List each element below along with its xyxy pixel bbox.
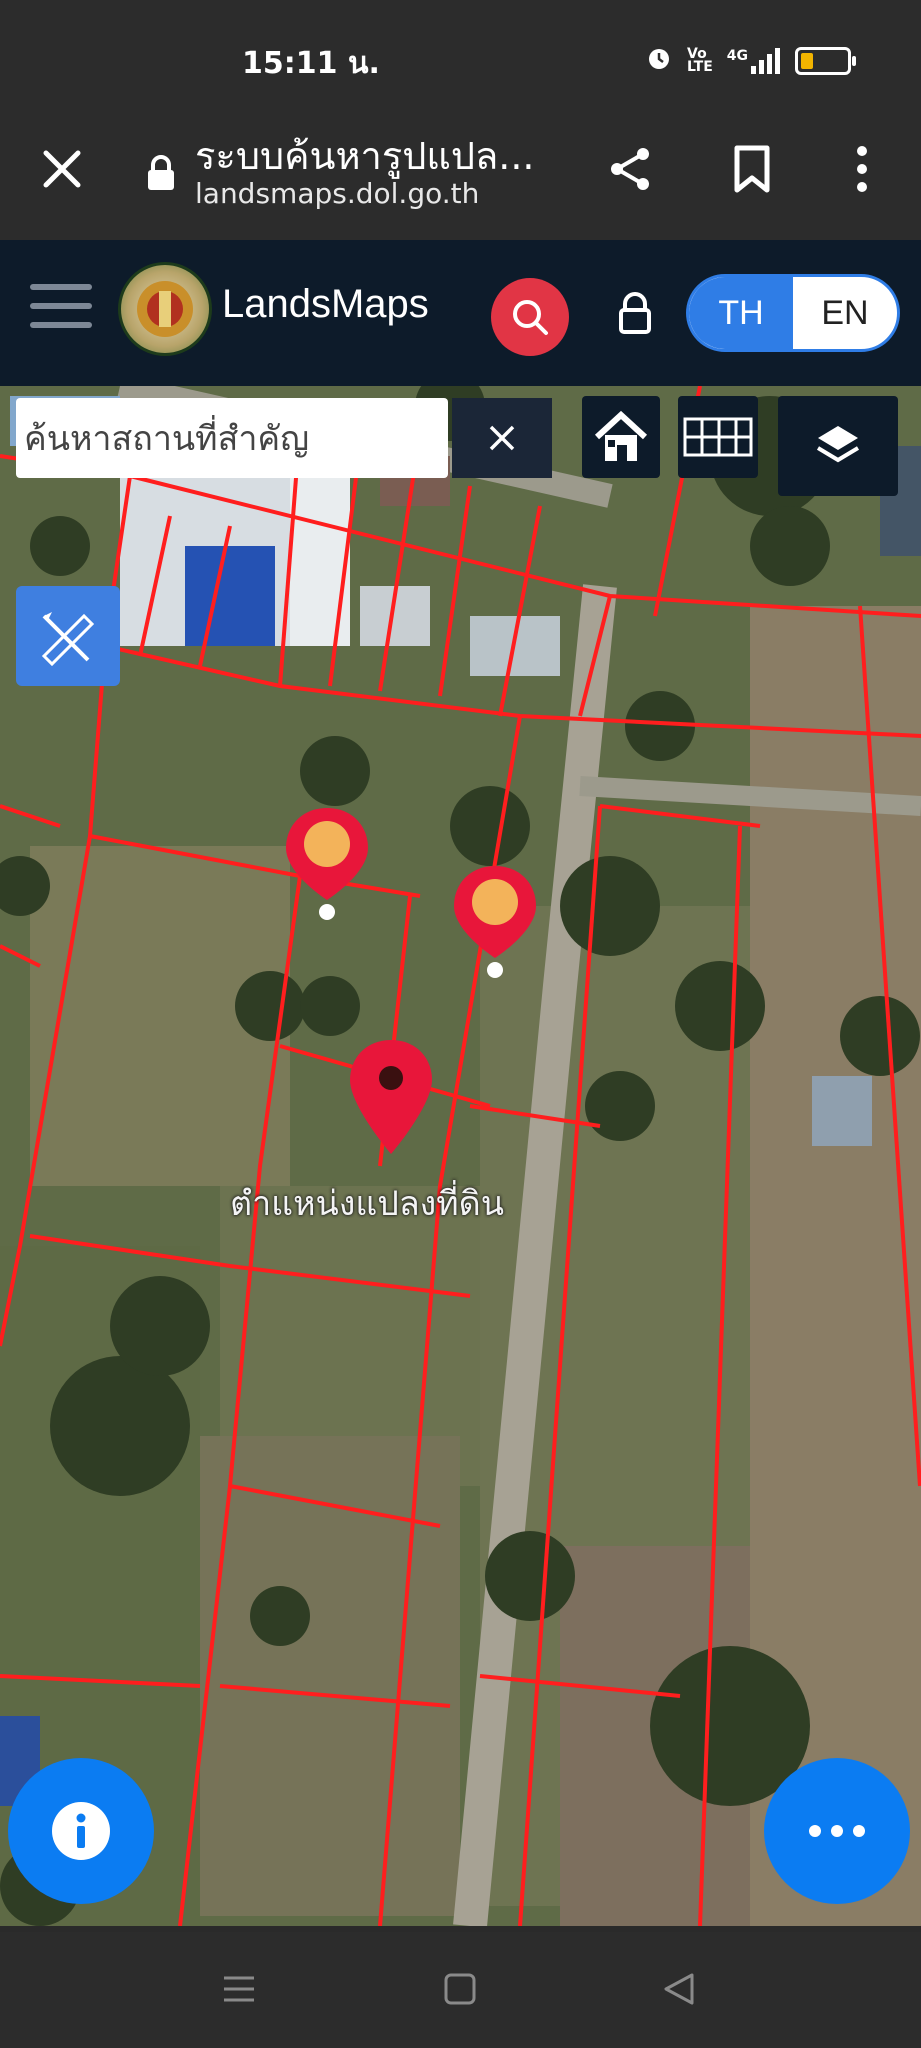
brand-name: LandsMaps <box>222 282 429 326</box>
volte-icon: Vo LTE <box>687 45 713 75</box>
more-vertical-icon[interactable] <box>836 143 888 195</box>
map-view[interactable]: ค้นหาสถานที่สำคัญ ตำแหน่งแปลงที่ดิน <box>0 386 921 1926</box>
info-icon <box>52 1802 110 1860</box>
clear-search-button[interactable] <box>452 398 552 478</box>
lang-th-button[interactable]: TH <box>689 277 793 349</box>
hamburger-icon[interactable] <box>30 284 92 341</box>
layers-button[interactable] <box>778 396 898 496</box>
close-icon[interactable] <box>38 145 86 193</box>
ruler-pencil-icon <box>41 612 95 667</box>
home-icon <box>594 410 648 461</box>
bookmark-icon[interactable] <box>726 143 778 195</box>
app-header: LandsMaps TH EN <box>0 240 921 386</box>
recents-menu-icon[interactable] <box>222 1972 256 2010</box>
battery-icon <box>795 46 856 75</box>
info-button[interactable] <box>8 1758 154 1904</box>
system-navigation-bar <box>0 1932 921 2048</box>
status-time: 15:11 น. <box>242 46 380 81</box>
alarm-icon <box>645 44 673 77</box>
network-type: 4G <box>726 47 748 64</box>
lang-en-button[interactable]: EN <box>793 277 897 349</box>
grid-button[interactable] <box>678 396 758 478</box>
parcel-location-label: ตำแหน่งแปลงที่ดิน <box>230 1184 505 1224</box>
close-icon <box>489 425 515 451</box>
share-icon[interactable] <box>604 143 656 195</box>
page-url[interactable]: landsmaps.dol.go.th <box>195 177 479 210</box>
search-icon <box>513 300 548 335</box>
department-logo <box>118 262 212 356</box>
language-toggle[interactable]: TH EN <box>686 274 900 352</box>
parcel-location-marker[interactable] <box>346 1036 436 1160</box>
browser-toolbar: ระบบค้นหารูปแปล... landsmaps.dol.go.th <box>0 105 921 240</box>
layers-icon <box>816 426 860 463</box>
more-options-button[interactable] <box>764 1758 910 1904</box>
more-horizontal-icon <box>809 1825 865 1837</box>
grid-icon <box>683 417 753 457</box>
satellite-map <box>0 386 921 1926</box>
signal-icon: 4G <box>726 47 781 74</box>
status-bar: 15:11 น. Vo LTE 4G <box>0 0 921 105</box>
lock-icon[interactable] <box>146 155 176 195</box>
search-button[interactable] <box>491 278 569 356</box>
measure-draw-button[interactable] <box>16 586 120 686</box>
home-nav-icon[interactable] <box>443 1972 477 2010</box>
place-search-input[interactable]: ค้นหาสถานที่สำคัญ <box>16 398 448 478</box>
poi-marker[interactable] <box>450 862 540 986</box>
status-icons: Vo LTE 4G <box>645 44 856 77</box>
home-button[interactable] <box>582 396 660 478</box>
poi-marker[interactable] <box>282 804 372 928</box>
login-lock-icon[interactable] <box>610 288 660 342</box>
back-nav-icon[interactable] <box>662 1972 696 2010</box>
